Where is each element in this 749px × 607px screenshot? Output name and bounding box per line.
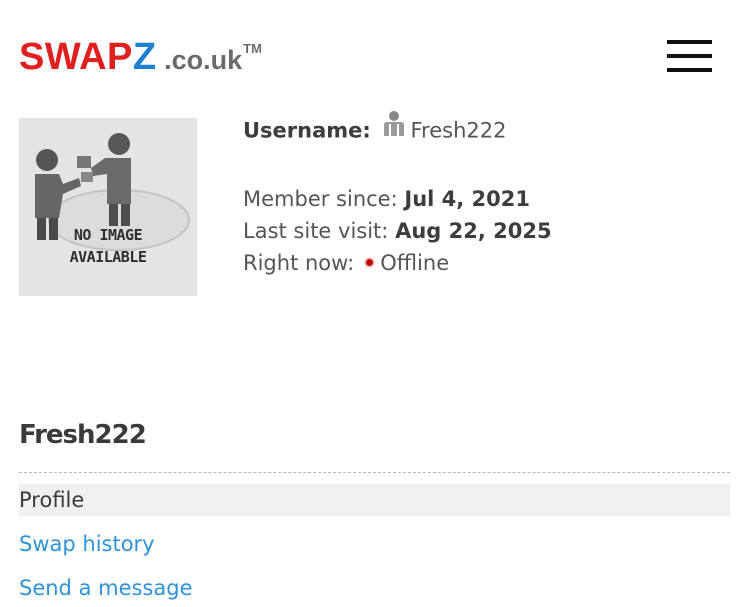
no-image-illustration-icon xyxy=(35,133,190,251)
profile-nav: Profile Swap history Send a message xyxy=(19,484,730,607)
hamburger-menu-button[interactable] xyxy=(664,38,714,74)
logo-swap-text: SWAP xyxy=(19,36,133,78)
last-visit-row: Last site visit: Aug 22, 2025 xyxy=(243,215,552,247)
no-image-label: NO IMAGE AVAILABLE xyxy=(19,224,197,268)
nav-item-profile[interactable]: Profile xyxy=(19,484,730,516)
member-since-label: Member since: xyxy=(243,187,398,211)
hamburger-menu-icon-bar-middle xyxy=(667,54,712,58)
section-divider xyxy=(19,472,730,473)
page: SWAP Z .co.uk TM NO IMAGE AVAILABLE User… xyxy=(0,0,749,607)
username-value[interactable]: Fresh222 xyxy=(410,119,506,143)
site-logo[interactable]: SWAP Z .co.uk TM xyxy=(19,38,262,80)
no-image-line-1: NO IMAGE xyxy=(73,226,143,244)
member-since-value: Jul 4, 2021 xyxy=(404,187,530,211)
right-now-label: Right now: xyxy=(243,251,355,275)
nav-item-send-message[interactable]: Send a message xyxy=(19,572,730,604)
username-row: Username: Fresh222 xyxy=(243,111,552,149)
section-title: Fresh222 xyxy=(19,420,147,450)
hamburger-menu-icon-bar-bottom xyxy=(667,68,712,72)
hamburger-menu-icon-bar-top xyxy=(667,40,712,44)
avatar-placeholder: NO IMAGE AVAILABLE xyxy=(19,118,197,296)
user-silhouette-icon xyxy=(381,110,407,145)
member-since-row: Member since: Jul 4, 2021 xyxy=(243,183,552,215)
logo-z-text: Z xyxy=(132,36,157,78)
logo-trademark: TM xyxy=(243,41,262,56)
offline-status-icon xyxy=(364,256,376,268)
no-image-line-2: AVAILABLE xyxy=(69,248,147,266)
last-visit-label: Last site visit: xyxy=(243,219,389,243)
username-label: Username: xyxy=(243,118,371,143)
profile-info: Username: Fresh222 Member since: Jul 4, … xyxy=(243,111,552,279)
logo-domain-text: .co.uk xyxy=(164,45,243,75)
status-row: Right now: Offline xyxy=(243,247,552,279)
nav-item-swap-history[interactable]: Swap history xyxy=(19,528,730,560)
last-visit-value: Aug 22, 2025 xyxy=(395,219,552,243)
status-value: Offline xyxy=(380,251,450,275)
